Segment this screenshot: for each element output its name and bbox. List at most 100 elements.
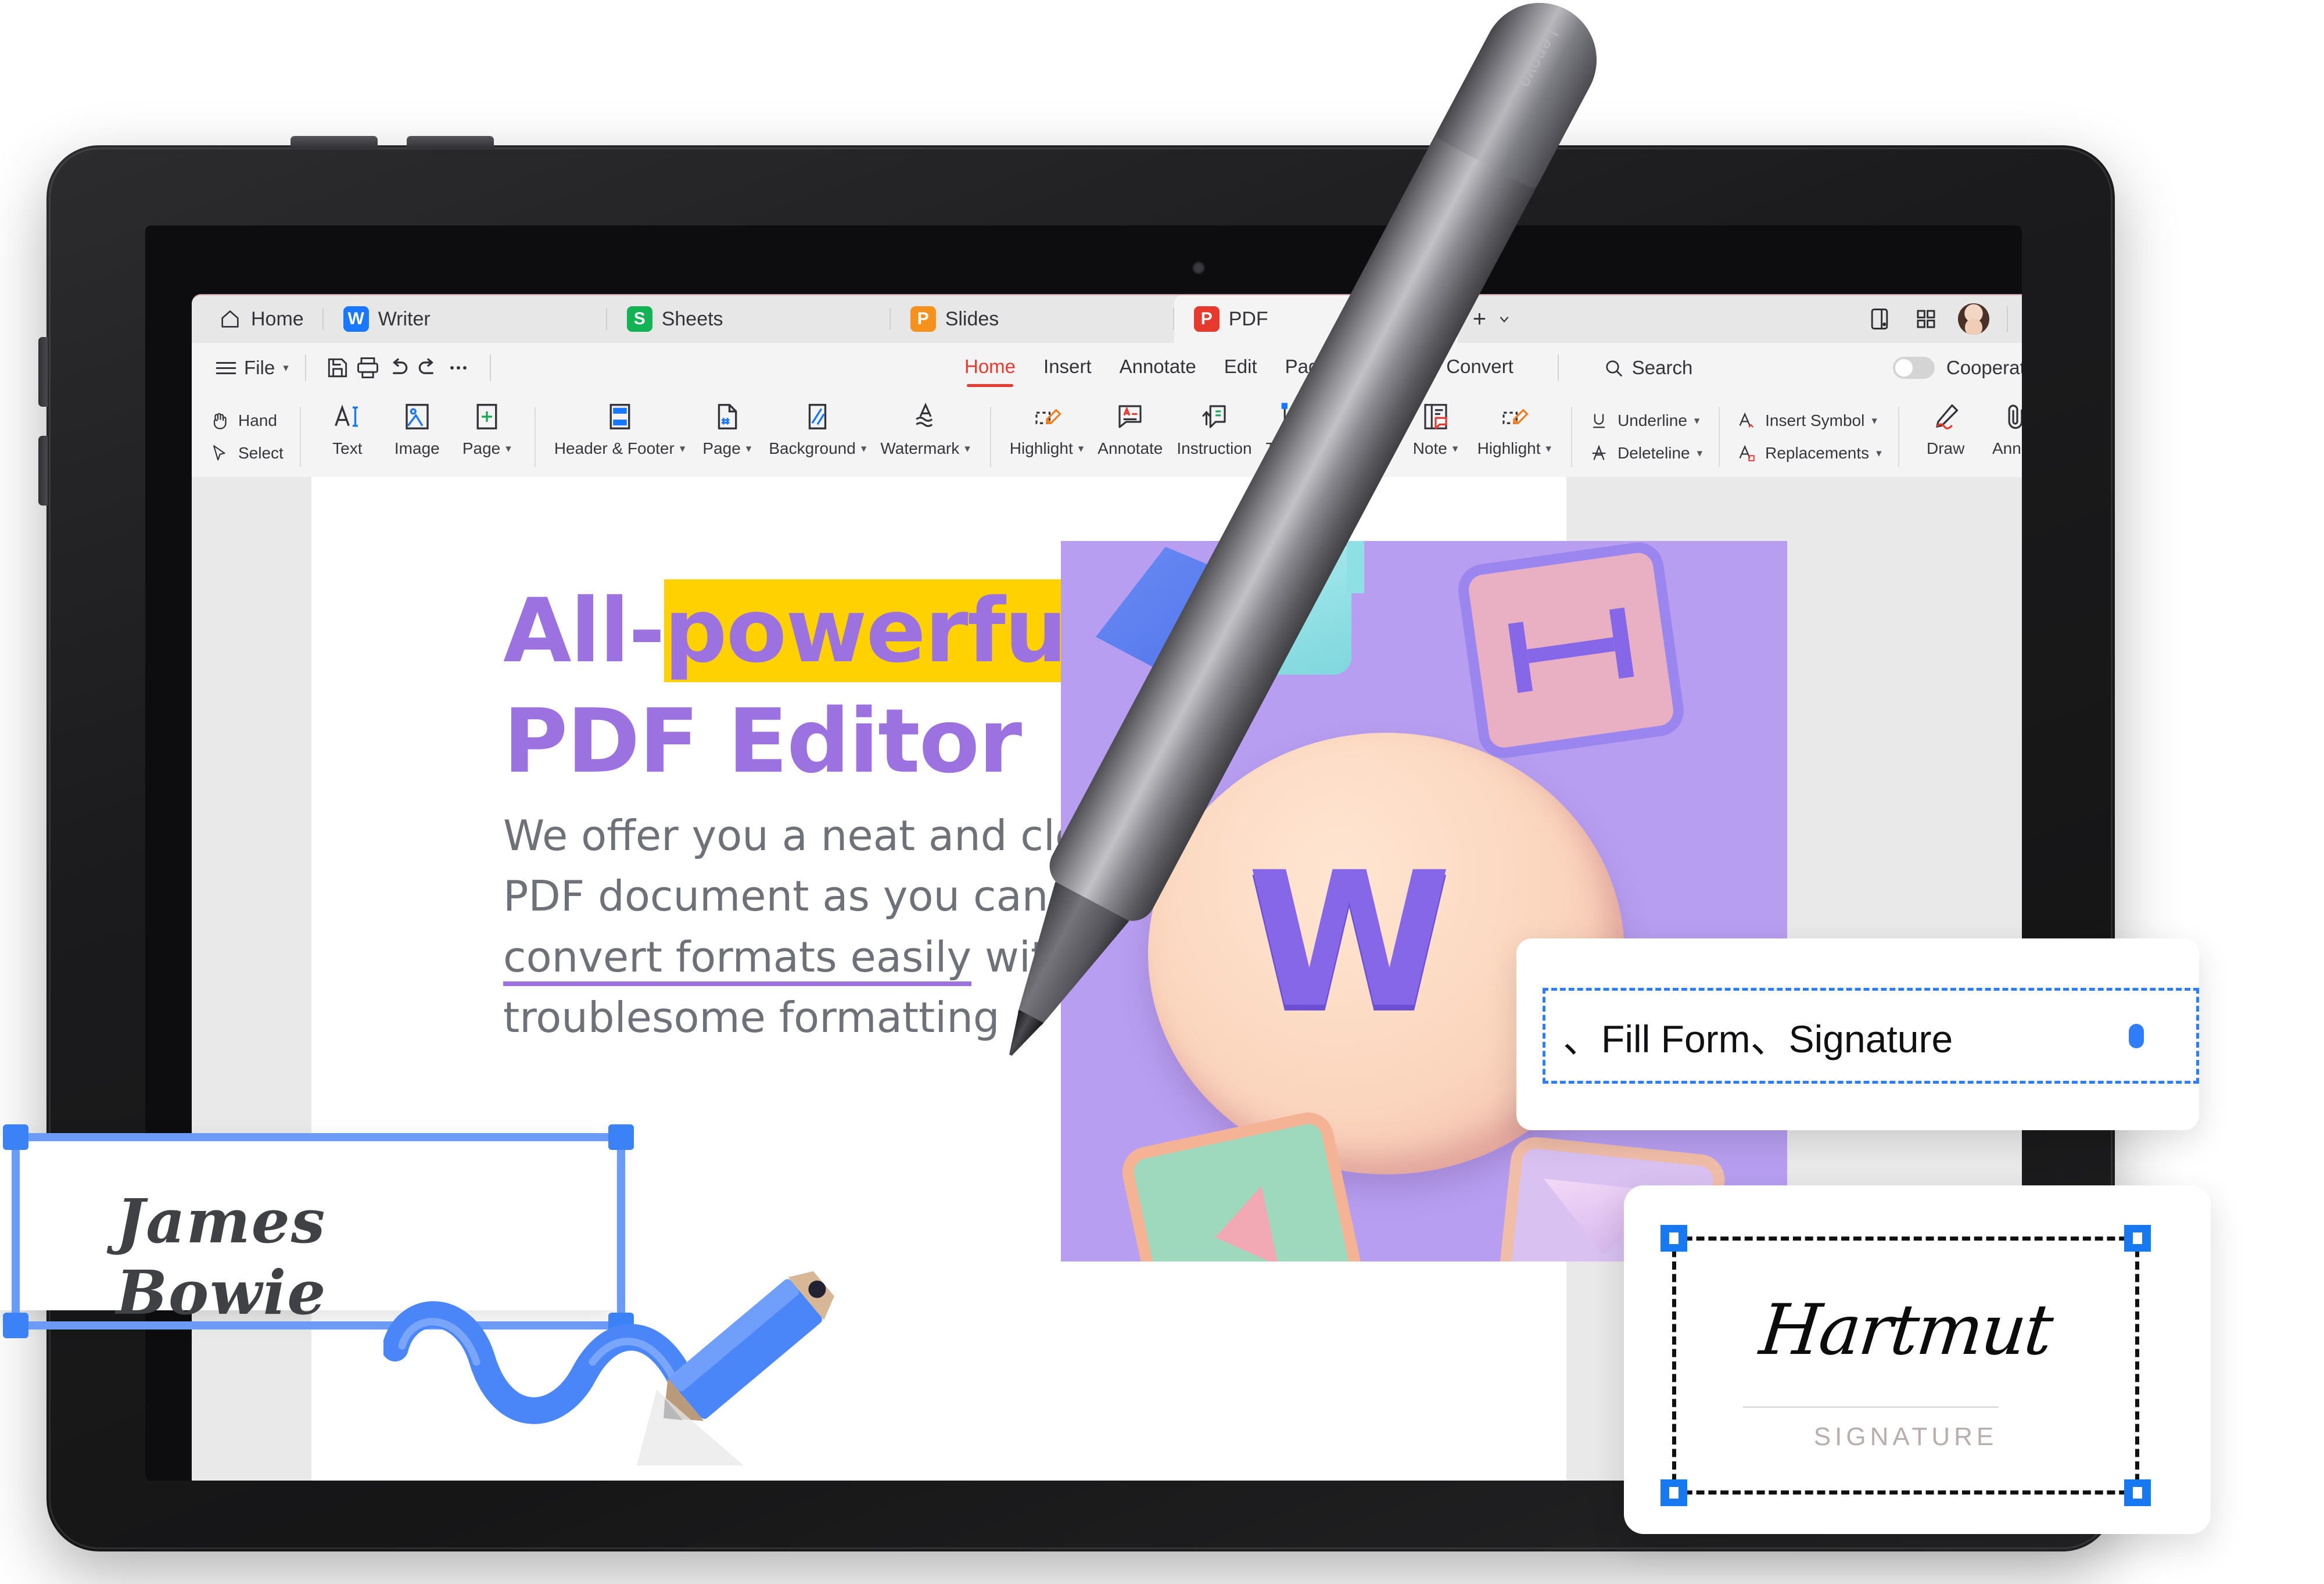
image-insert-icon	[401, 399, 433, 435]
cooperate-toggle[interactable]: Cooperate	[1892, 357, 2022, 379]
search-label: Search	[1631, 357, 1693, 378]
chevron-down-icon: ▾	[505, 442, 511, 455]
side-button[interactable]	[38, 436, 48, 506]
new-tab-button[interactable]: +	[1458, 295, 1527, 343]
home-icon	[218, 307, 242, 331]
chevron-down-icon	[1497, 311, 1512, 327]
power-button[interactable]	[38, 337, 48, 407]
tool-text[interactable]: Text	[313, 399, 382, 458]
tab-sheets[interactable]: S Sheets	[607, 295, 891, 343]
document-artwork-image[interactable]: W	[1061, 541, 1787, 1262]
paragraph-underlined: convert formats easily	[503, 932, 972, 986]
note-icon	[1420, 399, 1451, 435]
tool-hand[interactable]: Hand	[208, 409, 284, 432]
tool-page-add[interactable]: Page ▾	[452, 399, 522, 458]
chevron-down-icon: ▾	[1697, 447, 1703, 460]
writer-app-icon: W	[343, 306, 369, 332]
toggle-switch[interactable]	[1892, 357, 1935, 379]
search-icon	[1603, 357, 1624, 378]
tool-instruction[interactable]: Instruction	[1170, 399, 1258, 458]
resize-handle-bottom-left[interactable]	[1660, 1479, 1687, 1506]
tool-header-footer-label: Header & Footer	[554, 439, 675, 457]
tool-image[interactable]: Image	[382, 399, 452, 458]
chevron-down-icon: ▾	[679, 442, 686, 455]
tool-annotate[interactable]: Annotate	[1091, 399, 1170, 458]
chevron-down-icon: ▾	[1545, 442, 1552, 455]
tool-text-label: Text	[332, 439, 363, 457]
tool-highlight-marker[interactable]: Highlight ▾	[1471, 399, 1559, 458]
redo-icon[interactable]	[413, 353, 443, 383]
header-footer-icon	[604, 399, 636, 435]
resize-handle-top-right[interactable]	[2124, 1225, 2151, 1252]
tool-underline[interactable]: Underline ▾	[1587, 409, 1702, 432]
undo-icon[interactable]	[383, 353, 413, 383]
tool-hand-label: Hand	[238, 411, 277, 429]
ribbon-tab-protect[interactable]: Protect	[1358, 356, 1419, 380]
avatar[interactable]	[1957, 303, 1989, 335]
resize-handle-bottom-left[interactable]	[3, 1313, 28, 1338]
tool-page-number[interactable]: Page ▾	[692, 399, 762, 458]
tool-replacements[interactable]: Replacements ▾	[1735, 442, 1882, 465]
pencil-drawing-illustration	[383, 1238, 848, 1470]
tool-select[interactable]: Select	[208, 442, 284, 465]
tool-note[interactable]: Note ▾	[1401, 399, 1471, 458]
tab-pdf[interactable]: P PDF	[1174, 295, 1458, 343]
tool-watermark[interactable]: Watermark ▾	[873, 399, 977, 458]
chevron-down-icon: ▾	[1452, 442, 1458, 455]
divider	[489, 354, 491, 381]
headline-line2: PDF Editor	[503, 690, 1022, 793]
fill-form-resize-anchor[interactable]	[2129, 1024, 2144, 1048]
more-options-icon[interactable]	[443, 353, 474, 383]
ribbon-tab-home[interactable]: Home	[964, 356, 1016, 387]
tab-home[interactable]: Home	[192, 295, 324, 343]
grid-apps-icon[interactable]	[1911, 304, 1941, 334]
draw-pen-icon	[1931, 399, 1961, 435]
ribbon-tab-annotate[interactable]: Annotate	[1120, 356, 1196, 380]
tool-image-label: Image	[394, 439, 440, 457]
tool-background[interactable]: Background ▾	[762, 399, 873, 458]
tool-watermark-label: Watermark	[880, 439, 960, 457]
green-tile-decor	[1117, 1108, 1371, 1262]
tool-highlight-marker-label: Highlight	[1477, 439, 1541, 457]
highlight-marker-icon	[1498, 399, 1530, 435]
deleteline-icon	[1587, 442, 1611, 465]
volume-up-button[interactable]	[290, 136, 378, 149]
resize-handle-top-left[interactable]	[1660, 1225, 1687, 1252]
search-button[interactable]: Search	[1603, 357, 1693, 379]
sidebar-panel-icon[interactable]	[1865, 304, 1894, 334]
ribbon-tab-convert[interactable]: Convert	[1446, 356, 1514, 380]
divider	[2006, 306, 2008, 332]
resize-handle-top-right[interactable]	[608, 1124, 634, 1150]
file-menu-button[interactable]: File ▾	[192, 357, 289, 379]
tab-sheets-label: Sheets	[661, 307, 723, 330]
volume-down-button[interactable]	[407, 136, 494, 149]
headline-highlighted: powerful	[664, 579, 1096, 682]
hand-icon	[208, 409, 231, 432]
tool-highlight[interactable]: Highlight ▾	[1003, 399, 1091, 458]
document-headline: All-powerful PDF Editor	[503, 576, 1142, 797]
tool-textbox[interactable]: Textbox	[1259, 399, 1329, 458]
tab-slides-label: Slides	[945, 307, 999, 330]
page-add-icon	[471, 399, 503, 435]
tool-header-footer[interactable]: Header & Footer ▾	[547, 399, 693, 458]
tool-insert-symbol[interactable]: Insert Symbol ▾	[1735, 409, 1882, 432]
save-icon[interactable]	[322, 353, 353, 383]
divider	[304, 354, 306, 381]
cursor-select-icon	[208, 442, 231, 465]
tool-shape-label: Shape	[1336, 439, 1383, 457]
ribbon-tab-page[interactable]: Page	[1285, 356, 1330, 380]
tool-shape[interactable]: Shape ▾	[1329, 399, 1401, 458]
tool-deleteline[interactable]: Deleteline ▾	[1587, 442, 1702, 465]
ribbon-tab-insert[interactable]: Insert	[1043, 356, 1092, 380]
tool-draw[interactable]: Draw	[1911, 399, 1981, 458]
tab-writer[interactable]: W Writer	[324, 295, 607, 343]
resize-handle-bottom-right[interactable]	[2124, 1479, 2151, 1506]
resize-handle-top-left[interactable]	[3, 1124, 28, 1150]
tool-annex[interactable]: Annex	[1981, 399, 2022, 458]
tab-slides[interactable]: P Slides	[891, 295, 1174, 343]
print-icon[interactable]	[353, 353, 383, 383]
chevron-down-icon: ▾	[1388, 442, 1394, 455]
lock-decor-icon	[1235, 541, 1364, 675]
ribbon-tab-edit[interactable]: Edit	[1224, 356, 1257, 380]
shape-icon	[1349, 399, 1380, 435]
